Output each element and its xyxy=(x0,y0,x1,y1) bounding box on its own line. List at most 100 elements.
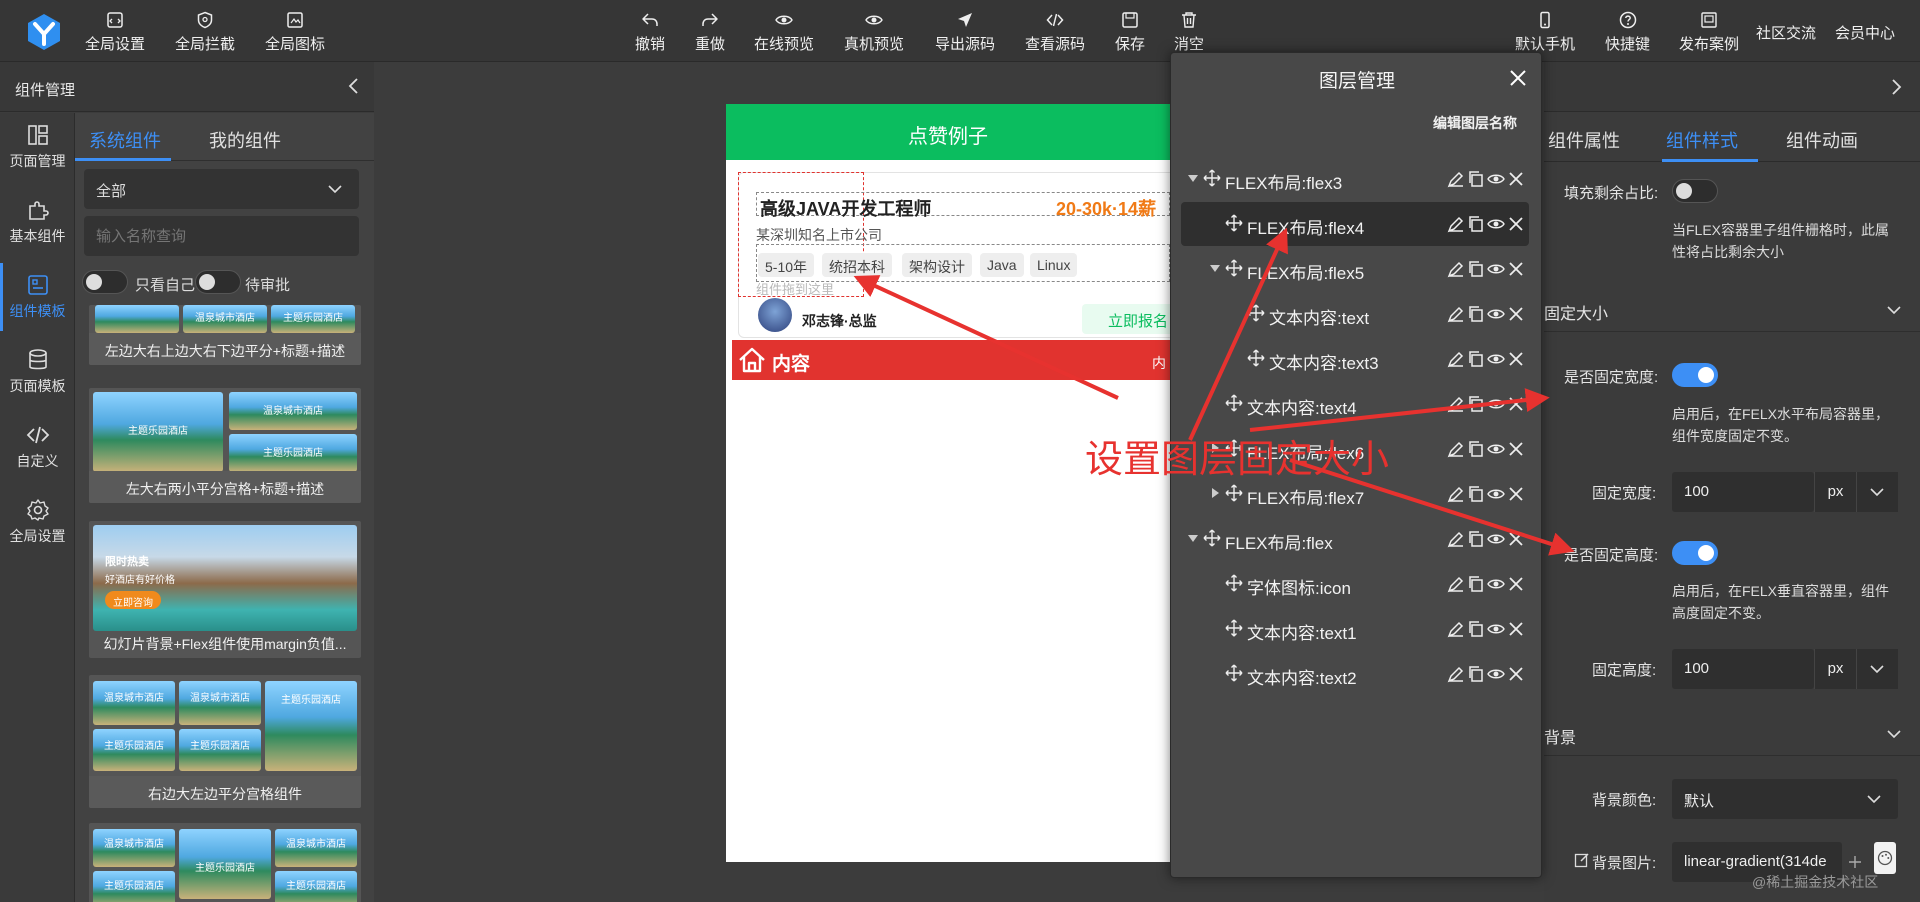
caret-down-icon[interactable] xyxy=(1209,262,1221,274)
move-icon[interactable] xyxy=(1225,619,1243,637)
component-search-input[interactable] xyxy=(84,216,359,256)
template-card[interactable]: 限时热卖 好酒店有好价格 立即咨询 幻灯片背景+Flex组件使用margin负值… xyxy=(89,521,361,658)
move-icon[interactable] xyxy=(1225,259,1243,277)
close-icon[interactable] xyxy=(1507,440,1525,458)
view-source-button[interactable]: 查看源码 xyxy=(1025,10,1085,54)
clear-button[interactable]: 消空 xyxy=(1174,10,1204,54)
edit-icon[interactable] xyxy=(1447,575,1465,593)
palette-button[interactable] xyxy=(1874,842,1896,874)
move-icon[interactable] xyxy=(1225,214,1243,232)
copy-icon[interactable] xyxy=(1467,260,1485,278)
edit-layer-names-link[interactable]: 编辑图层名称 xyxy=(1433,113,1517,133)
job-tag[interactable]: 统招本科 xyxy=(822,253,892,277)
edit-icon[interactable] xyxy=(1574,852,1590,868)
tab-component-properties[interactable]: 组件属性 xyxy=(1548,127,1620,153)
copy-icon[interactable] xyxy=(1467,350,1485,368)
close-icon[interactable] xyxy=(1507,350,1525,368)
edit-icon[interactable] xyxy=(1447,260,1465,278)
nav-component-templates[interactable]: 组件模板 xyxy=(0,263,75,331)
copy-icon[interactable] xyxy=(1467,395,1485,413)
device-preview-button[interactable]: 真机预览 xyxy=(844,10,904,54)
close-icon[interactable] xyxy=(1507,575,1525,593)
height-unit[interactable]: px xyxy=(1814,649,1856,689)
layer-item[interactable]: 文本内容:text1 xyxy=(1181,607,1529,651)
fixed-width-toggle[interactable] xyxy=(1672,363,1718,387)
copy-icon[interactable] xyxy=(1467,170,1485,188)
category-select[interactable]: 全部 xyxy=(84,169,359,209)
caret-down-icon[interactable] xyxy=(1187,532,1199,544)
copy-icon[interactable] xyxy=(1467,575,1485,593)
copy-icon[interactable] xyxy=(1467,305,1485,323)
move-icon[interactable] xyxy=(1203,169,1221,187)
close-icon[interactable] xyxy=(1507,620,1525,638)
default-phone-button[interactable]: 默认手机 xyxy=(1515,10,1575,54)
only-mine-toggle[interactable] xyxy=(82,270,128,294)
global-settings-button[interactable]: 全局设置 xyxy=(85,10,145,54)
edit-icon[interactable] xyxy=(1447,170,1465,188)
move-icon[interactable] xyxy=(1225,484,1243,502)
move-icon[interactable] xyxy=(1225,664,1243,682)
edit-icon[interactable] xyxy=(1447,350,1465,368)
layer-item[interactable]: FLEX布局:flex4 xyxy=(1181,202,1529,246)
edit-icon[interactable] xyxy=(1447,485,1465,503)
job-salary[interactable]: 20-30k·14薪 xyxy=(1056,195,1156,221)
layer-item[interactable]: 文本内容:text4 xyxy=(1181,382,1529,426)
edit-icon[interactable] xyxy=(1447,665,1465,683)
width-input[interactable]: 100 xyxy=(1672,472,1814,512)
close-icon[interactable] xyxy=(1507,305,1525,323)
shortcuts-button[interactable]: 快捷键 xyxy=(1605,10,1650,54)
job-company[interactable]: 某深圳知名上市公司 xyxy=(756,225,882,245)
job-title[interactable]: 高级JAVA开发工程师 xyxy=(760,195,931,221)
move-icon[interactable] xyxy=(1203,529,1221,547)
save-button[interactable]: 保存 xyxy=(1115,10,1145,54)
drop-zone-hint[interactable]: 组件拖到这里 xyxy=(756,279,834,298)
nav-page-management[interactable]: 页面管理 xyxy=(0,113,75,181)
move-icon[interactable] xyxy=(1247,349,1265,367)
nav-global-settings[interactable]: 全局设置 xyxy=(0,488,75,556)
width-unit[interactable]: px xyxy=(1814,472,1856,512)
app-logo-icon[interactable] xyxy=(24,12,64,52)
move-icon[interactable] xyxy=(1247,304,1265,322)
job-tag[interactable]: Java xyxy=(980,253,1024,277)
nav-custom[interactable]: 自定义 xyxy=(0,413,75,481)
close-icon[interactable] xyxy=(1507,215,1525,233)
job-tag[interactable]: Linux xyxy=(1030,253,1078,277)
edit-icon[interactable] xyxy=(1447,440,1465,458)
template-card[interactable]: 温泉城市酒店 主题乐园酒店 左边大右上边大右下边平分+标题+描述 xyxy=(89,305,361,365)
layer-item[interactable]: FLEX布局:flex xyxy=(1181,517,1529,561)
layer-item[interactable]: 字体图标:icon xyxy=(1181,562,1529,606)
global-intercept-button[interactable]: 全局拦截 xyxy=(175,10,235,54)
publish-case-button[interactable]: 发布案例 xyxy=(1679,10,1739,54)
apply-button[interactable]: 立即报名 xyxy=(1082,304,1170,334)
nav-basic-components[interactable]: 基本组件 xyxy=(0,188,75,256)
bg-color-select[interactable]: 默认 xyxy=(1672,779,1898,819)
plus-icon[interactable] xyxy=(1847,854,1863,870)
fixed-size-section[interactable]: 固定大小 xyxy=(1544,288,1920,332)
eye-icon[interactable] xyxy=(1487,350,1505,368)
copy-icon[interactable] xyxy=(1467,485,1485,503)
eye-icon[interactable] xyxy=(1487,620,1505,638)
redo-button[interactable]: 重做 xyxy=(695,10,725,54)
background-section[interactable]: 背景 xyxy=(1544,712,1920,756)
layer-item[interactable]: 文本内容:text xyxy=(1181,292,1529,336)
close-icon[interactable] xyxy=(1509,69,1527,87)
eye-icon[interactable] xyxy=(1487,260,1505,278)
close-icon[interactable] xyxy=(1507,530,1525,548)
eye-icon[interactable] xyxy=(1487,575,1505,593)
width-unit-dropdown[interactable] xyxy=(1856,472,1898,512)
caret-down-icon[interactable] xyxy=(1187,172,1199,184)
edit-icon[interactable] xyxy=(1447,620,1465,638)
eye-icon[interactable] xyxy=(1487,530,1505,548)
undo-button[interactable]: 撤销 xyxy=(635,10,665,54)
template-card[interactable]: 主题乐园酒店 温泉城市酒店 主题乐园酒店 左大右两小平分宫格+标题+描述 xyxy=(89,388,361,503)
job-tag[interactable]: 5-10年 xyxy=(758,253,815,277)
layer-item[interactable]: 文本内容:text2 xyxy=(1181,652,1529,696)
eye-icon[interactable] xyxy=(1487,215,1505,233)
height-unit-dropdown[interactable] xyxy=(1856,649,1898,689)
global-icons-button[interactable]: 全局图标 xyxy=(265,10,325,54)
eye-icon[interactable] xyxy=(1487,665,1505,683)
fixed-height-toggle[interactable] xyxy=(1672,541,1718,565)
height-input[interactable]: 100 xyxy=(1672,649,1814,689)
edit-icon[interactable] xyxy=(1447,530,1465,548)
export-source-button[interactable]: 导出源码 xyxy=(935,10,995,54)
